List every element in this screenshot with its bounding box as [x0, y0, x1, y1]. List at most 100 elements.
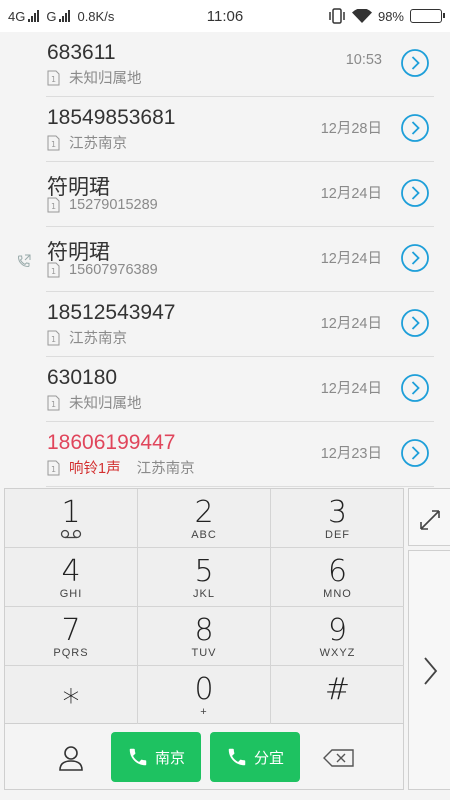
wifi-icon: [351, 8, 372, 23]
ring-count: 响铃1声: [69, 461, 121, 477]
call-sim1-button[interactable]: 南京: [111, 732, 201, 782]
call-log-row[interactable]: 18549853681 1 江苏南京 12月28日: [0, 97, 450, 162]
key-letters: MNO: [323, 588, 352, 600]
key-digit: *: [62, 682, 80, 722]
chevron-circle-icon: [401, 179, 429, 207]
call-sim1-label: 南京: [154, 749, 185, 767]
chevron-circle-icon: [401, 374, 429, 402]
call-log-row[interactable]: 630180 1 未知归属地 12月24日: [0, 357, 450, 422]
contact-name: 18606199447: [47, 431, 176, 454]
key-letters: DEF: [325, 529, 350, 541]
sim-card-icon: 1: [47, 262, 60, 278]
status-bar: 4G G 0.8K/s 11:06 98%: [0, 0, 450, 32]
delete-button[interactable]: [323, 748, 355, 768]
key-digit: 1: [61, 495, 81, 530]
call-details-button[interactable]: [400, 48, 430, 78]
call-details-button[interactable]: [400, 373, 430, 403]
svg-text:1: 1: [51, 465, 56, 474]
key-6[interactable]: 6 MNO: [271, 548, 404, 607]
contact-location: 未知归属地: [69, 71, 142, 87]
key-5[interactable]: 5 JKL: [138, 548, 271, 607]
call-details-button[interactable]: [400, 113, 430, 143]
svg-text:1: 1: [51, 267, 56, 276]
call-log-row[interactable]: 符明珺 1 15279015289 12月24日: [0, 162, 450, 227]
call-log-row[interactable]: 18512543947 1 江苏南京 12月24日: [0, 292, 450, 357]
call-details-button[interactable]: [400, 178, 430, 208]
vibrate-icon: [329, 8, 345, 24]
dial-actions-bar: 南京 分宜: [4, 724, 404, 790]
key-2[interactable]: 2 ABC: [138, 489, 271, 548]
battery-icon: [410, 9, 445, 23]
contact-location: 15279015289: [69, 197, 158, 213]
key-hash[interactable]: #: [271, 666, 404, 725]
key-digit: 3: [327, 495, 348, 530]
next-page-button[interactable]: [408, 550, 450, 790]
svg-text:1: 1: [51, 202, 56, 211]
contact-location: 15607976389: [69, 262, 158, 278]
call-time: 12月23日: [320, 446, 382, 462]
signal1-icon: [28, 10, 40, 22]
person-icon: [59, 746, 83, 771]
key-8[interactable]: 8 TUV: [138, 607, 271, 666]
call-details: 1 15279015289: [47, 197, 158, 213]
key-star[interactable]: *: [5, 666, 138, 725]
network-speed: 0.8K/s: [77, 8, 115, 24]
call-time: 12月28日: [320, 121, 382, 137]
key-9[interactable]: 9 WXYZ: [271, 607, 404, 666]
call-sim2-button[interactable]: 分宜: [210, 732, 300, 782]
call-details-button[interactable]: [400, 308, 430, 338]
contact-location: 江苏南京: [136, 461, 195, 477]
call-time: 12月24日: [320, 316, 382, 332]
key-digit: 0: [194, 672, 214, 707]
call-details-button[interactable]: [400, 438, 430, 468]
svg-text:1: 1: [51, 335, 56, 344]
call-details-button[interactable]: [400, 243, 430, 273]
key-letters: GHI: [59, 588, 83, 600]
sim-card-icon: 1: [47, 330, 60, 346]
key-digit: 9: [327, 613, 348, 648]
contact-name: 630180: [47, 366, 118, 389]
status-left: 4G G 0.8K/s: [8, 9, 178, 24]
key-4[interactable]: 4 GHI: [5, 548, 138, 607]
call-time: 12月24日: [320, 381, 382, 397]
contact-name: 18549853681: [47, 106, 176, 129]
chevron-circle-icon: [401, 439, 429, 467]
call-details: 1 江苏南京: [47, 327, 127, 348]
backspace-icon: [323, 749, 354, 767]
sim-card-icon: 1: [47, 460, 60, 476]
call-details: 1 未知归属地: [47, 67, 142, 88]
svg-text:1: 1: [51, 75, 56, 84]
call-log-list[interactable]: 683611 1 未知归属地 10:53 18549853681 1 江苏南京 12月28日符…: [0, 32, 450, 487]
voicemail-icon: [5, 529, 137, 542]
chevron-circle-icon: [401, 114, 429, 142]
key-letters: WXYZ: [319, 647, 356, 659]
sim-card-icon: 1: [47, 135, 60, 151]
key-digit: 8: [194, 613, 214, 648]
expand-button[interactable]: [408, 488, 450, 546]
status-right: 98%: [328, 0, 445, 32]
chevron-right-icon: [424, 657, 438, 685]
call-time: 12月24日: [320, 251, 382, 267]
key-3[interactable]: 3 DEF: [271, 489, 404, 548]
contacts-button[interactable]: [57, 744, 85, 772]
contact-name: 683611: [47, 41, 116, 64]
key-letters: JKL: [193, 588, 215, 600]
key-7[interactable]: 7 PQRS: [5, 607, 138, 666]
key-1[interactable]: 1: [5, 489, 138, 548]
call-details: 1 未知归属地: [47, 392, 142, 413]
dial-keypad: 1 2 ABC 3 DEF 4 GHI 5 JKL 6 MNO 7 PQRS 8 TUV 9 WXYZ * 0 + #: [4, 488, 404, 725]
contact-location: 江苏南京: [69, 331, 127, 347]
call-log-row[interactable]: 符明珺 1 15607976389 12月24日: [0, 227, 450, 292]
key-digit: 2: [194, 495, 214, 530]
key-digit: 7: [61, 613, 81, 648]
key-0[interactable]: 0 +: [138, 666, 271, 725]
call-log-row[interactable]: 18606199447 1 响铃1声 江苏南京 12月23日: [0, 422, 450, 487]
phone-icon: [228, 748, 246, 766]
call-log-row[interactable]: 683611 1 未知归属地 10:53: [0, 32, 450, 97]
chevron-circle-icon: [401, 49, 429, 77]
contact-name: 18512543947: [47, 301, 176, 324]
key-digit: 5: [194, 554, 214, 589]
call-sim2-label: 分宜: [253, 749, 284, 767]
battery-percent: 98%: [377, 8, 404, 24]
key-letters: TUV: [191, 647, 217, 659]
